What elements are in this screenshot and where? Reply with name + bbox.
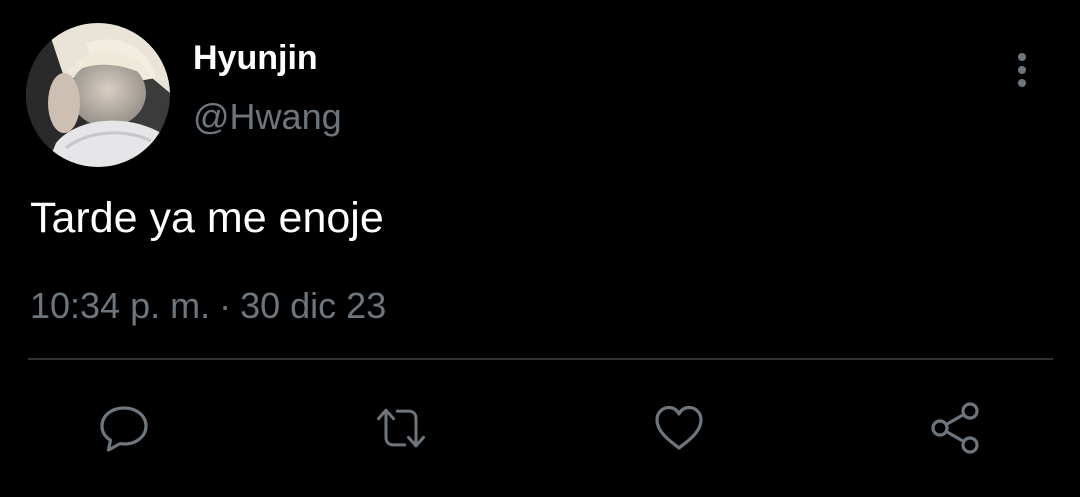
retweet-button[interactable] — [371, 398, 431, 458]
heart-icon — [655, 405, 703, 450]
share-button[interactable] — [926, 398, 986, 458]
tweet-time: 10:34 p. m. — [30, 285, 211, 326]
share-nodes-icon — [931, 402, 979, 454]
tweet-timestamp: 10:34 p. m. · 30 dic 23 — [30, 284, 386, 328]
speech-bubble-icon — [100, 406, 148, 452]
avatar[interactable] — [26, 23, 170, 167]
reply-button[interactable] — [94, 398, 154, 458]
tweet-date: 30 dic 23 — [240, 285, 387, 326]
tweet-text: Tarde ya me enoje — [30, 194, 384, 242]
retweet-arrows-icon — [377, 408, 425, 448]
timestamp-separator: · — [219, 285, 232, 326]
vertical-ellipsis-icon — [1018, 53, 1026, 87]
user-handle[interactable]: @Hwang — [193, 96, 342, 138]
display-name[interactable]: Hyunjin — [193, 38, 318, 78]
more-options-button[interactable] — [1002, 48, 1042, 92]
like-button[interactable] — [649, 398, 709, 458]
divider — [28, 358, 1053, 360]
